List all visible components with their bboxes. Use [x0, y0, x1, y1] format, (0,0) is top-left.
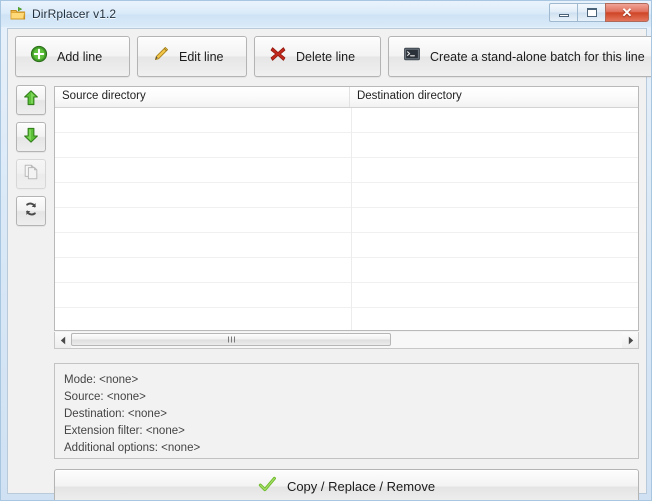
delete-line-label: Delete line [296, 49, 356, 64]
arrow-up-icon [22, 89, 40, 112]
scroll-right-button[interactable] [622, 332, 638, 348]
column-header-destination[interactable]: Destination directory [350, 87, 638, 107]
edit-line-button[interactable]: Edit line [137, 36, 247, 77]
create-batch-button[interactable]: Create a stand-alone batch for this line [388, 36, 651, 77]
minimize-icon [558, 13, 569, 17]
column-divider [351, 108, 352, 330]
green-check-icon [258, 475, 277, 499]
summary-source: Source: <none> [64, 391, 146, 403]
swap-arrows-icon [22, 200, 40, 223]
arrow-down-icon [22, 126, 40, 149]
maximize-icon [586, 8, 597, 17]
scrollbar-thumb[interactable] [71, 333, 391, 346]
app-window: DirRplacer v1.2 ✕ Add line Edit line Del… [0, 0, 652, 501]
console-icon [403, 45, 421, 68]
maximize-button[interactable] [577, 3, 605, 22]
summary-mode: Mode: <none> [64, 374, 139, 386]
window-controls: ✕ [549, 3, 649, 22]
directory-list[interactable]: Source directory Destination directory [54, 86, 639, 331]
horizontal-scrollbar[interactable] [54, 332, 639, 349]
add-line-label: Add line [57, 49, 103, 64]
summary-panel: Mode: <none> Source: <none> Destination:… [54, 363, 639, 459]
folder-icon [10, 6, 26, 22]
close-icon: ✕ [621, 5, 633, 20]
chevron-right-icon [628, 336, 633, 344]
move-up-button[interactable] [16, 85, 46, 115]
summary-extension-filter: Extension filter: <none> [64, 425, 185, 437]
copy-replace-remove-button[interactable]: Copy / Replace / Remove [54, 469, 639, 500]
pencil-icon [152, 45, 170, 68]
minimize-button[interactable] [549, 3, 577, 22]
copy-pages-icon [22, 163, 40, 186]
title-bar: DirRplacer v1.2 ✕ [1, 1, 651, 27]
toolbar: Add line Edit line Delete line Create a … [15, 36, 651, 77]
list-body[interactable] [55, 108, 638, 330]
client-area: Add line Edit line Delete line Create a … [7, 28, 651, 500]
swap-button[interactable] [16, 196, 46, 226]
column-header-source[interactable]: Source directory [55, 87, 350, 107]
grip-icon [227, 336, 235, 343]
edit-line-label: Edit line [179, 49, 224, 64]
side-button-column [16, 85, 46, 226]
window-title: DirRplacer v1.2 [32, 7, 117, 21]
add-circle-icon [30, 45, 48, 68]
delete-line-button[interactable]: Delete line [254, 36, 381, 77]
list-header-row: Source directory Destination directory [55, 87, 638, 108]
add-line-button[interactable]: Add line [15, 36, 130, 77]
summary-additional-options: Additional options: <none> [64, 442, 201, 454]
close-button[interactable]: ✕ [605, 3, 649, 22]
move-down-button[interactable] [16, 122, 46, 152]
red-x-icon [269, 45, 287, 68]
scroll-left-button[interactable] [55, 332, 71, 348]
copy-replace-remove-label: Copy / Replace / Remove [286, 479, 436, 494]
summary-destination: Destination: <none> [64, 408, 167, 420]
chevron-left-icon [60, 336, 65, 344]
duplicate-button[interactable] [16, 159, 46, 189]
create-batch-label: Create a stand-alone batch for this line [430, 49, 645, 64]
scrollbar-track[interactable] [71, 332, 622, 348]
